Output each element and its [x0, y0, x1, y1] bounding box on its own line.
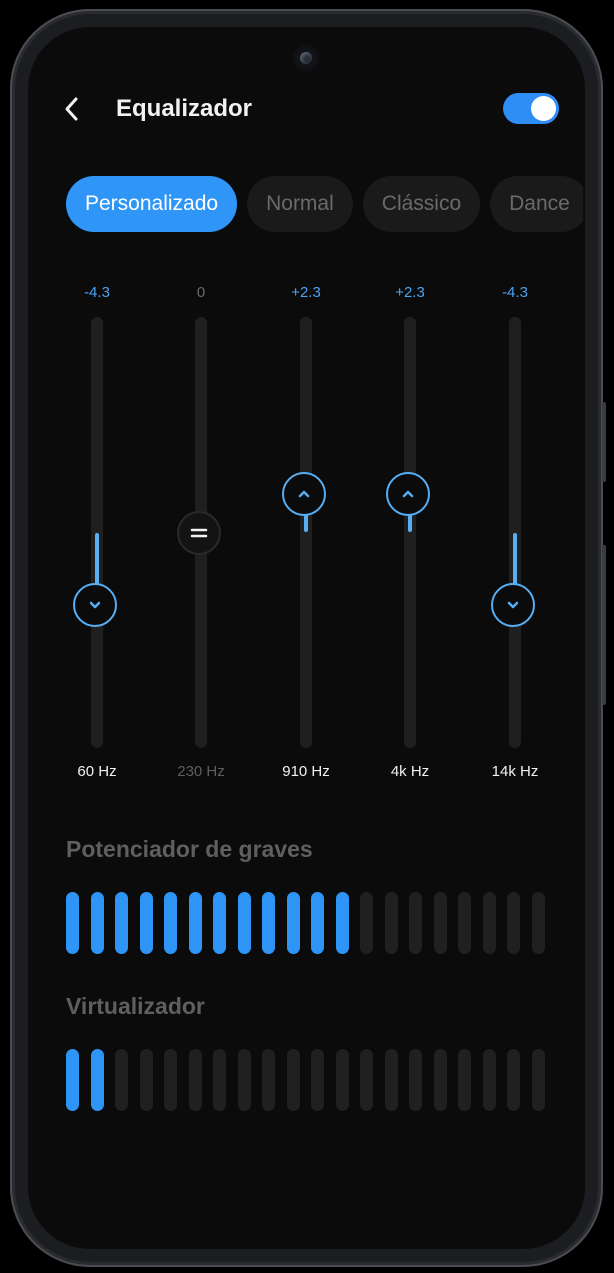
virtualizer-segment[interactable] [360, 1049, 373, 1111]
equalizer-toggle[interactable] [503, 93, 559, 124]
bass-boost-segment[interactable] [311, 892, 324, 954]
band-frequency: 4k Hz [390, 763, 430, 780]
chevron-down-icon [89, 602, 101, 609]
bass-boost-segment[interactable] [482, 892, 496, 954]
virtualizer-segment[interactable] [311, 1049, 324, 1111]
band-track[interactable] [300, 317, 312, 748]
bass-boost-level[interactable] [66, 892, 548, 954]
bass-boost-segment[interactable] [409, 892, 422, 954]
bass-boost-segment[interactable] [335, 892, 349, 954]
chevron-up-icon [298, 490, 310, 497]
virtualizer-segment[interactable] [90, 1049, 104, 1111]
bass-boost-segment[interactable] [213, 892, 226, 954]
band-thumb[interactable] [491, 583, 535, 628]
power-button [602, 545, 606, 705]
virtualizer-segment[interactable] [262, 1049, 275, 1111]
eq-band: +2.3 4k Hz [370, 280, 450, 790]
preset-list[interactable]: Personalizado Normal Clássico Dance [66, 176, 583, 232]
virtualizer-segment[interactable] [115, 1049, 128, 1111]
bass-boost-segment[interactable] [531, 892, 545, 954]
virtualizer-segment[interactable] [164, 1049, 177, 1111]
virtualizer-title: Virtualizador [66, 993, 205, 1019]
band-value: -4.3 [502, 284, 528, 301]
bass-boost-segment[interactable] [433, 892, 447, 954]
virtualizer-segment[interactable] [335, 1049, 349, 1111]
preset-chip[interactable]: Normal [247, 176, 353, 232]
virtualizer-segment[interactable] [384, 1049, 398, 1111]
band-thumb[interactable] [73, 583, 117, 628]
virtualizer-segment[interactable] [507, 1049, 520, 1111]
virtualizer-segment[interactable] [531, 1049, 545, 1111]
back-button[interactable] [60, 92, 88, 126]
virtualizer-segment[interactable] [458, 1049, 471, 1111]
eq-band: -4.3 14k Hz [475, 280, 555, 790]
band-thumb[interactable] [386, 471, 430, 516]
preset-chip[interactable]: Personalizado [66, 176, 238, 232]
virtualizer-level[interactable] [66, 1049, 548, 1111]
bass-boost-segment[interactable] [507, 892, 520, 954]
virtualizer-segment[interactable] [188, 1049, 202, 1111]
virtualizer-segment[interactable] [409, 1049, 422, 1111]
band-thumb[interactable] [282, 471, 326, 516]
bass-boost-segment[interactable] [90, 892, 104, 954]
chevron-left-icon [65, 97, 78, 121]
chevron-down-icon [507, 602, 519, 609]
preset-chip[interactable]: Clássico [362, 176, 481, 232]
volume-button [602, 402, 606, 482]
virtualizer-segment[interactable] [213, 1049, 226, 1111]
front-camera [295, 47, 317, 69]
preset-chip[interactable]: Dance [490, 176, 583, 232]
eq-band: 0 230 Hz [161, 280, 241, 790]
bass-boost-segment[interactable] [384, 892, 398, 954]
virtualizer-segment[interactable] [66, 1049, 79, 1111]
bass-boost-segment[interactable] [237, 892, 251, 954]
bass-boost-segment[interactable] [188, 892, 202, 954]
bass-boost-segment[interactable] [139, 892, 153, 954]
equals-icon [190, 528, 208, 537]
virtualizer-segment[interactable] [433, 1049, 447, 1111]
virtualizer-segment[interactable] [139, 1049, 153, 1111]
band-value: -4.3 [84, 284, 110, 301]
bass-boost-segment[interactable] [458, 892, 471, 954]
virtualizer-segment[interactable] [286, 1049, 300, 1111]
eq-band: -4.3 60 Hz [57, 280, 137, 790]
band-frequency: 910 Hz [282, 763, 330, 780]
virtualizer-segment[interactable] [482, 1049, 496, 1111]
band-track[interactable] [404, 317, 416, 748]
band-thumb[interactable] [177, 510, 221, 555]
toggle-knob [531, 96, 556, 121]
page-title: Equalizador [116, 95, 253, 122]
bass-boost-segment[interactable] [164, 892, 177, 954]
band-frequency: 14k Hz [491, 763, 539, 780]
band-frequency: 230 Hz [177, 763, 225, 780]
bass-boost-segment[interactable] [360, 892, 373, 954]
virtualizer-segment[interactable] [237, 1049, 251, 1111]
eq-band: +2.3 910 Hz [266, 280, 346, 790]
bass-boost-segment[interactable] [66, 892, 79, 954]
band-value: +2.3 [395, 284, 425, 301]
band-value: 0 [196, 284, 206, 301]
bass-boost-segment[interactable] [286, 892, 300, 954]
band-frequency: 60 Hz [77, 763, 117, 780]
bass-boost-segment[interactable] [115, 892, 128, 954]
band-value: +2.3 [291, 284, 321, 301]
chevron-up-icon [402, 490, 414, 497]
bass-boost-title: Potenciador de graves [66, 836, 313, 862]
bass-boost-segment[interactable] [262, 892, 275, 954]
